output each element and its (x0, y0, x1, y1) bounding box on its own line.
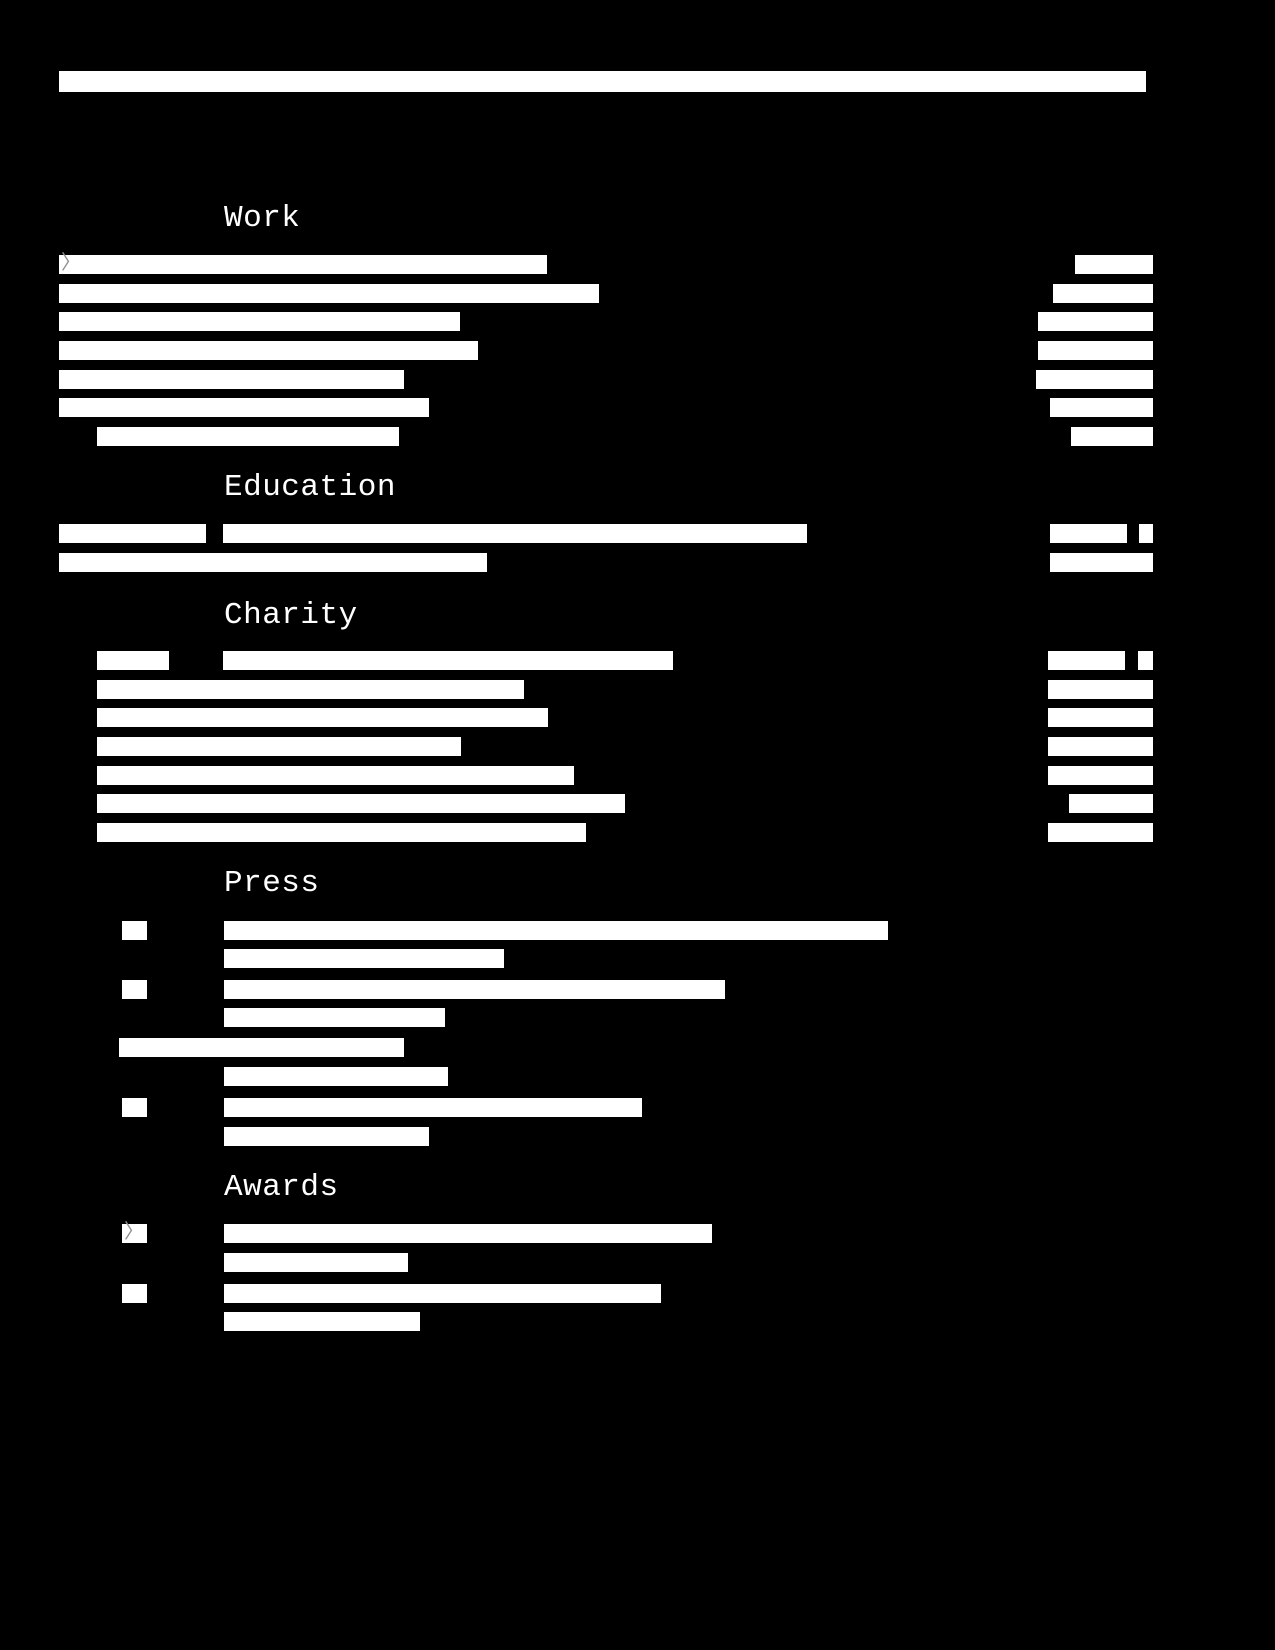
redaction-bar-primary (97, 651, 169, 670)
redaction-bar-entry-title (224, 1224, 712, 1243)
section-heading-charity: Charity (224, 598, 358, 633)
redaction-bar-entry-detail (224, 1253, 408, 1272)
redaction-bar-entry-detail (224, 949, 504, 968)
redaction-bar-primary (97, 680, 524, 699)
redaction-bar-primary (97, 708, 548, 727)
bullet-square-icon (122, 921, 147, 940)
redaction-bar-date (1036, 370, 1153, 389)
redaction-bar-date (1048, 680, 1153, 699)
redaction-bar-entry-detail (224, 1312, 420, 1331)
redaction-bar-primary (97, 823, 586, 842)
redaction-bar-primary (97, 794, 625, 813)
redaction-bar-date-suffix (1138, 651, 1153, 670)
redaction-bar-primary (97, 427, 399, 446)
bullet-square-icon (122, 980, 147, 999)
redaction-bar-date (1069, 794, 1153, 813)
redaction-bar-date (1050, 398, 1153, 417)
redaction-bar-entry-detail (224, 1008, 445, 1027)
redaction-bar-primary (97, 737, 461, 756)
redaction-bar-secondary (223, 651, 673, 670)
redaction-bar-date (1038, 341, 1153, 360)
document-page: Work 〉 Education Charity Press Awards 〉 (0, 0, 1275, 1650)
redaction-bar-date (1048, 651, 1125, 670)
redaction-bar-primary (59, 312, 460, 331)
redaction-bar-primary (59, 341, 478, 360)
section-heading-awards: Awards (224, 1170, 339, 1205)
section-heading-education: Education (224, 470, 396, 505)
redaction-bar-date (1075, 255, 1153, 274)
redaction-bar-entry-title (224, 1067, 448, 1086)
redaction-bar-primary (59, 398, 429, 417)
redaction-bar-entry-lead (119, 1038, 404, 1057)
redaction-bar-entry-title (224, 921, 888, 940)
redaction-bar-date (1048, 737, 1153, 756)
redaction-bar-primary (59, 370, 404, 389)
redaction-bar-date (1048, 766, 1153, 785)
redaction-bar-date (1048, 708, 1153, 727)
redaction-bar-date (1071, 427, 1153, 446)
redaction-bar-date (1053, 284, 1153, 303)
redaction-bar-date (1048, 823, 1153, 842)
redaction-bar-entry-title (224, 1284, 661, 1303)
redaction-bar-secondary (223, 524, 807, 543)
redaction-bar-date (1038, 312, 1153, 331)
redaction-bar-date (1050, 524, 1127, 543)
sections-container: Work 〉 Education Charity Press Awards 〉 (0, 0, 1275, 1650)
redaction-bar-entry-detail (224, 1127, 429, 1146)
redaction-bar-primary (59, 255, 547, 274)
redaction-bar-entry-title (224, 1098, 642, 1117)
redaction-bar-date (1050, 553, 1153, 572)
redaction-bar-primary (59, 284, 599, 303)
redaction-bar-primary (59, 524, 206, 543)
redaction-bar-entry-title (224, 980, 725, 999)
redaction-bar-date-suffix (1139, 524, 1153, 543)
redaction-bar-primary (97, 766, 574, 785)
redaction-bar-primary (59, 553, 487, 572)
section-heading-work: Work (224, 201, 301, 236)
bullet-square-icon (122, 1098, 147, 1117)
bullet-chevron-icon (122, 1224, 147, 1243)
section-heading-press: Press (224, 866, 320, 901)
bullet-square-icon (122, 1284, 147, 1303)
